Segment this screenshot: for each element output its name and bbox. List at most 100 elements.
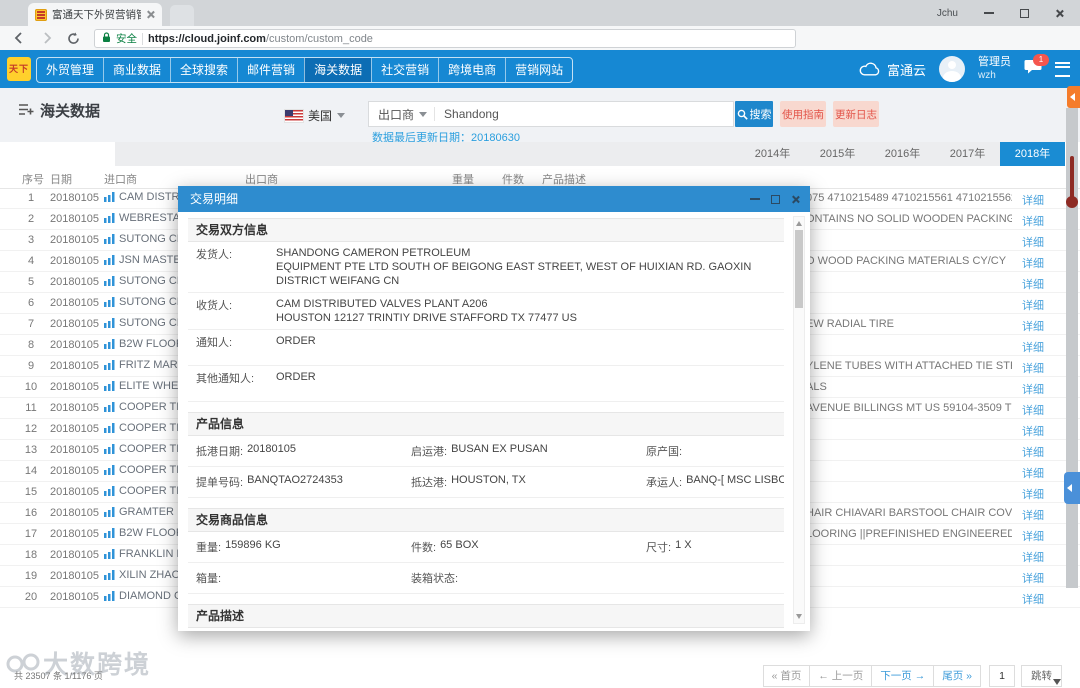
year-tab[interactable]: 2018年 [1000,142,1065,166]
nav-menu-item[interactable]: 全球搜索 [170,58,237,82]
detail-link[interactable]: 详细 [1022,234,1044,250]
user-avatar[interactable] [939,56,965,82]
transaction-detail-modal: 交易明细 交易双方信息 发货人: SHANDONG CAMERON PETROL… [178,186,810,631]
product-desc-cell: EW RADIAL TIRE [806,318,895,330]
bar-chart-icon [104,192,115,202]
detail-link[interactable]: 详细 [1022,360,1044,376]
field-label: 尺寸: [646,542,672,554]
year-tab[interactable]: 2014年 [740,142,805,166]
side-panel-toggle[interactable] [1064,472,1080,504]
nav-menu-item[interactable]: 营销网站 [505,58,572,82]
nav-menu-item[interactable]: 商业数据 [103,58,170,82]
scroll-bottom-icon[interactable] [1053,679,1061,685]
window-minimize-icon[interactable] [984,12,994,14]
detail-link[interactable]: 详细 [1022,591,1044,607]
cloud-service[interactable]: 富通云 [859,60,926,79]
new-tab-button[interactable] [170,5,194,26]
modal-minimize-icon[interactable] [750,198,760,200]
search-input[interactable] [442,106,724,122]
goods-field: 件数: 65 BOX [403,532,638,563]
detail-link[interactable]: 详细 [1022,318,1044,334]
modal-maximize-icon[interactable] [771,194,780,204]
scroll-down-icon[interactable] [795,614,802,619]
nav-menu-item[interactable]: 社交营销 [371,58,438,82]
cloud-icon [859,62,880,76]
modal-scrollbar[interactable] [793,216,805,624]
app-logo[interactable]: 天下 [7,57,31,81]
row-index: 4 [27,255,35,267]
detail-link[interactable]: 详细 [1022,192,1044,208]
detail-link[interactable]: 详细 [1022,297,1044,313]
detail-link[interactable]: 详细 [1022,339,1044,355]
side-flap-orange[interactable] [1067,86,1080,108]
first-page-button[interactable]: « 首页 [762,665,811,687]
us-flag-icon [285,109,303,122]
modal-scrollbar-thumb[interactable] [795,230,803,308]
detail-link[interactable]: 详细 [1022,255,1044,271]
detail-link[interactable]: 详细 [1022,549,1044,565]
country-selector[interactable]: 美国 [285,107,346,124]
field-label: 抵达港: [411,477,448,489]
detail-link[interactable]: 详细 [1022,213,1044,229]
back-icon[interactable] [12,31,26,50]
user-info[interactable]: 管理员 wzh [978,56,1011,82]
bar-chart-icon [104,423,115,433]
url-omnibox[interactable]: 安全 https://cloud.joinf.com /custom/custo… [94,29,796,48]
search-field-label: 出口商 [378,107,415,122]
nav-menu-item[interactable]: 外贸管理 [37,58,103,82]
detail-link[interactable]: 详细 [1022,570,1044,586]
nav-menu-item[interactable]: 跨境电商 [438,58,505,82]
row-date: 20180105 [50,402,99,414]
chevron-down-icon [419,111,428,117]
detail-link[interactable]: 详细 [1022,276,1044,292]
window-maximize-icon[interactable] [1020,8,1029,18]
year-tab[interactable]: 2015年 [805,142,870,166]
search-field-selector[interactable]: 出口商 [378,106,428,123]
modal-close-icon[interactable] [791,195,800,204]
detail-link[interactable]: 详细 [1022,402,1044,418]
detail-link[interactable]: 详细 [1022,486,1044,502]
window-close-icon[interactable] [1055,9,1064,18]
last-page-button[interactable]: 尾页 » [933,665,981,687]
user-guide-button[interactable]: 使用指南 [780,101,826,127]
row-date: 20180105 [50,255,99,267]
scroll-up-icon[interactable] [795,221,802,226]
url-domain: https://cloud.joinf.com [148,32,266,45]
prev-page-button[interactable]: ← 上一页 [809,665,873,687]
detail-link[interactable]: 详细 [1022,381,1044,397]
field-label: 抵港日期: [196,446,244,458]
detail-link[interactable]: 详细 [1022,465,1044,481]
cloud-label: 富通云 [886,62,926,78]
detail-link[interactable]: 详细 [1022,423,1044,439]
search-button[interactable]: 搜索 [735,101,773,127]
product-desc-cell: 075 4710215489 4710215561 4710215562 NO … [806,192,1012,204]
importer-name: XILIN ZHAO [119,569,181,581]
nav-menu-item[interactable]: 邮件营销 [237,58,304,82]
field-value: BUSAN EX PUSAN [451,443,548,455]
modal-title-bar[interactable]: 交易明细 [178,186,810,212]
tab-close-icon[interactable] [146,10,155,19]
field-value: ORDER [276,335,316,347]
changelog-button[interactable]: 更新日志 [833,101,879,127]
year-tab[interactable]: 2017年 [935,142,1000,166]
records-summary: 共 23507 条 1/1176 页 [14,671,103,681]
bar-chart-icon [104,549,115,559]
detail-link[interactable]: 详细 [1022,528,1044,544]
user-name: wzh [978,70,996,81]
browser-profile-name[interactable]: Jchu [937,8,958,19]
browser-tab[interactable]: 富通天下外贸营销管理云 [28,3,162,26]
reload-icon[interactable] [67,32,80,50]
row-index: 7 [27,318,35,330]
page-number-input[interactable] [989,665,1015,687]
year-tab[interactable]: 2016年 [870,142,935,166]
detail-link[interactable]: 详细 [1022,444,1044,460]
detail-link[interactable]: 详细 [1022,507,1044,523]
nav-menu-item[interactable]: 海关数据 [304,58,372,82]
browser-tab-strip: 富通天下外贸营销管理云 Jchu [0,0,1080,26]
page-title: 海关数据 [40,103,101,120]
messages-button[interactable]: 1 [1024,54,1049,79]
hamburger-menu-icon[interactable] [1055,61,1070,77]
next-page-button[interactable]: 下一页 → [871,665,935,687]
forward-icon[interactable] [40,31,54,50]
row-index: 10 [24,381,38,393]
